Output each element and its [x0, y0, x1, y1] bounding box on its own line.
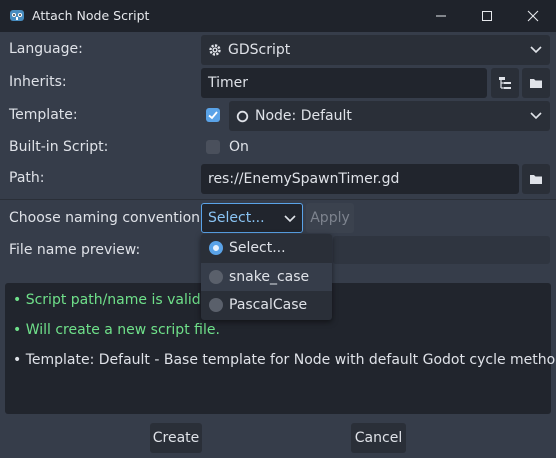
- dropdown-option-select[interactable]: Select...: [201, 234, 332, 262]
- checkmark-icon: [208, 111, 218, 120]
- dropdown-option-pascal-case[interactable]: PascalCase: [201, 291, 332, 319]
- template-label: Template:: [9, 107, 78, 123]
- dialog-body: Language: GDScript Inherits: Timer Templ…: [0, 32, 556, 458]
- close-icon: [527, 10, 539, 22]
- naming-value: Select...: [208, 210, 265, 226]
- inherits-input[interactable]: Timer: [201, 68, 487, 98]
- cancel-button[interactable]: Cancel: [351, 423, 406, 453]
- inherits-value: Timer: [208, 75, 249, 91]
- language-label: Language:: [9, 41, 83, 57]
- maximize-icon: [482, 11, 492, 21]
- dropdown-option-label: Select...: [229, 240, 286, 256]
- path-input[interactable]: res://EnemySpawnTimer.gd: [201, 164, 519, 194]
- chevron-down-icon: [530, 46, 542, 54]
- minimize-button[interactable]: [418, 0, 464, 32]
- apply-button[interactable]: Apply: [306, 203, 354, 233]
- template-select[interactable]: Node: Default: [229, 101, 550, 131]
- minimize-icon: [436, 15, 446, 17]
- builtin-label: Built-in Script:: [9, 139, 109, 155]
- godot-icon: [10, 10, 24, 21]
- message-line: • Script path/name is valid.: [13, 292, 206, 308]
- naming-dropdown: Select... snake_case PascalCase: [201, 234, 332, 320]
- message-line: • Will create a new script file.: [13, 322, 220, 338]
- template-value: Node: Default: [255, 108, 352, 124]
- language-value: GDScript: [228, 42, 291, 58]
- preview-field: [333, 236, 550, 264]
- radio-icon: [209, 270, 223, 284]
- builtin-state: On: [229, 139, 249, 155]
- close-button[interactable]: [510, 0, 556, 32]
- create-button[interactable]: Create: [150, 423, 202, 453]
- message-line: • Template: Default - Base template for …: [13, 352, 556, 368]
- naming-label: Choose naming convention:: [9, 210, 205, 226]
- language-select[interactable]: GDScript: [201, 35, 550, 65]
- tree-icon: [499, 77, 511, 89]
- folder-icon: [530, 175, 542, 184]
- template-checkbox[interactable]: [206, 108, 220, 122]
- naming-select[interactable]: Select...: [201, 203, 303, 233]
- browse-parent-button[interactable]: [522, 68, 550, 98]
- dropdown-option-label: PascalCase: [229, 297, 308, 313]
- radio-selected-icon: [209, 241, 223, 255]
- inherits-label: Inherits:: [9, 74, 67, 90]
- browse-path-button[interactable]: [522, 164, 550, 194]
- select-parent-button[interactable]: [491, 68, 519, 98]
- radio-icon: [209, 298, 223, 312]
- folder-icon: [530, 79, 542, 88]
- dropdown-option-snake-case[interactable]: snake_case: [201, 263, 332, 291]
- builtin-checkbox[interactable]: [206, 140, 220, 154]
- title-bar: Attach Node Script: [0, 0, 556, 32]
- preview-label: File name preview:: [9, 242, 141, 258]
- gear-icon: [209, 44, 221, 56]
- window-title: Attach Node Script: [32, 8, 150, 23]
- path-label: Path:: [9, 170, 45, 186]
- divider: [0, 199, 556, 200]
- circle-icon: [236, 110, 249, 122]
- dropdown-option-label: snake_case: [229, 269, 310, 285]
- chevron-down-icon: [284, 215, 296, 223]
- path-value: res://EnemySpawnTimer.gd: [208, 171, 400, 187]
- maximize-button[interactable]: [464, 0, 510, 32]
- chevron-down-icon: [530, 112, 542, 120]
